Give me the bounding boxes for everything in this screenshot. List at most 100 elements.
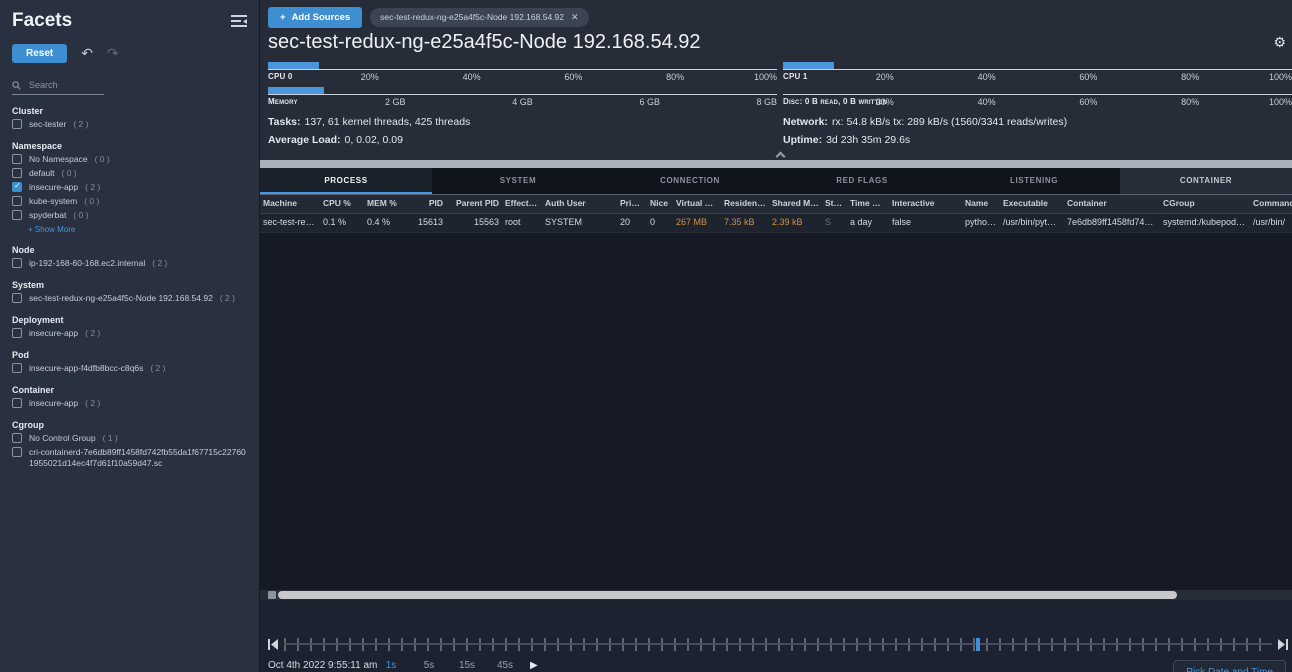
- speed-option-15s[interactable]: 15s: [448, 660, 486, 671]
- col-time-running[interactable]: Time Runni…: [847, 195, 889, 211]
- facet-item[interactable]: sec-tester ( 2 ): [12, 119, 247, 130]
- col-mem[interactable]: MEM %: [364, 195, 410, 211]
- tab-connection[interactable]: CONNECTION: [604, 168, 776, 194]
- undo-icon[interactable]: ↶: [81, 45, 93, 62]
- tab-listening[interactable]: LISTENING: [948, 168, 1120, 194]
- col-effective-user[interactable]: Effective…: [502, 195, 542, 211]
- uptime-value: 3d 23h 35m 29.6s: [826, 134, 911, 146]
- facet-item[interactable]: sec-test-redux-ng-e25a4f5c-Node 192.168.…: [12, 293, 247, 304]
- skip-to-start-icon[interactable]: [268, 639, 278, 650]
- col-command[interactable]: Command: [1250, 195, 1292, 211]
- scrollbar-thumb[interactable]: [278, 591, 1178, 599]
- facet-item[interactable]: cri-containerd-7e6db89ff1458fd742fb55da1…: [12, 447, 247, 469]
- facet-item[interactable]: kube-system ( 0 ): [12, 196, 247, 207]
- tab-red-flags[interactable]: RED FLAGS: [776, 168, 948, 194]
- col-auth-user[interactable]: Auth User: [542, 195, 617, 211]
- checkbox-unchecked[interactable]: [12, 447, 22, 457]
- timeline-panel: Oct 4th 2022 9:55:11 am 1s 5s 15s 45s ▶ …: [260, 600, 1292, 672]
- col-virtual-size[interactable]: Virtual Size: [673, 195, 721, 211]
- col-resident-set[interactable]: Resident Set…: [721, 195, 769, 211]
- checkbox-unchecked[interactable]: [12, 433, 22, 443]
- col-state[interactable]: State: [822, 195, 847, 211]
- collapse-sidebar-icon[interactable]: [231, 15, 247, 27]
- col-nice[interactable]: Nice: [647, 195, 673, 211]
- checkbox-checked[interactable]: [12, 181, 22, 192]
- checkbox-unchecked[interactable]: [12, 154, 22, 164]
- col-parent-pid[interactable]: Parent PID: [446, 195, 502, 211]
- skip-to-end-icon[interactable]: [1278, 639, 1288, 650]
- plus-icon: +: [280, 11, 286, 23]
- close-icon[interactable]: ✕: [571, 12, 579, 23]
- show-more-link[interactable]: + Show More: [28, 225, 247, 234]
- timeline-ticks[interactable]: [284, 638, 1272, 651]
- col-shared-mem[interactable]: Shared Mem…: [769, 195, 822, 211]
- col-priority[interactable]: Priority: [617, 195, 647, 211]
- gear-icon[interactable]: ⚙: [1273, 34, 1286, 51]
- page-title: sec-test-redux-ng-e25a4f5c-Node 192.168.…: [268, 30, 701, 53]
- checkbox-unchecked[interactable]: [12, 168, 22, 178]
- facet-item[interactable]: insecure-app ( 2 ): [12, 398, 247, 409]
- redo-icon[interactable]: ↷: [107, 45, 119, 62]
- play-icon[interactable]: ▶: [530, 660, 538, 671]
- col-name[interactable]: Name: [962, 195, 1000, 211]
- tab-system[interactable]: SYSTEM: [432, 168, 604, 194]
- meter-tick-label: 40%: [977, 72, 996, 82]
- meter-tick-label: 60%: [564, 72, 583, 82]
- pick-date-button[interactable]: Pick Date and Time: [1173, 660, 1286, 672]
- checkbox-unchecked[interactable]: [12, 119, 22, 129]
- facet-item[interactable]: No Namespace ( 0 ): [12, 154, 247, 165]
- tab-process[interactable]: PROCESS: [260, 168, 432, 194]
- panel-splitter[interactable]: [260, 160, 1292, 168]
- facet-item-label: No Control Group: [29, 433, 96, 443]
- speed-option-45s[interactable]: 45s: [486, 660, 524, 671]
- speed-option-1s[interactable]: 1s: [372, 660, 410, 671]
- col-machine[interactable]: Machine: [260, 195, 320, 211]
- facet-group-title: System: [12, 280, 45, 290]
- tab-container[interactable]: CONTAINER: [1120, 168, 1292, 194]
- facet-item[interactable]: insecure-app ( 2 ): [12, 328, 247, 339]
- facet-item-count: ( 1 ): [102, 433, 118, 443]
- cell-effective-user: root: [505, 217, 521, 227]
- checkbox-unchecked[interactable]: [12, 210, 22, 220]
- facet-item[interactable]: insecure-app-f4dfb8bcc-c8q6s ( 2 ): [12, 363, 247, 374]
- checkbox-unchecked[interactable]: [12, 196, 22, 206]
- facet-item[interactable]: insecure-app ( 2 ): [12, 181, 247, 193]
- source-chip-label: sec-test-redux-ng-e25a4f5c-Node 192.168.…: [380, 12, 564, 22]
- metrics-left-column: CPU 0 20% 40% 60% 80% 100% Memory 2 GB 4…: [268, 62, 777, 146]
- col-executable[interactable]: Executable: [1000, 195, 1064, 211]
- add-sources-button[interactable]: + Add Sources: [268, 6, 363, 28]
- speed-option-5s[interactable]: 5s: [410, 660, 448, 671]
- facet-item[interactable]: ip-192-168-60-168.ec2.internal ( 2 ): [12, 258, 247, 269]
- memory-meter: [268, 87, 777, 95]
- facet-item[interactable]: spyderbat ( 0 ): [12, 210, 247, 221]
- col-pid[interactable]: PID: [410, 195, 446, 211]
- facet-item[interactable]: No Control Group ( 1 ): [12, 433, 247, 444]
- checkbox-unchecked[interactable]: [12, 363, 22, 373]
- cell-container: 7e6db89ff1458fd742fb55da1f67715c22760195…: [1067, 217, 1160, 227]
- search-input[interactable]: [27, 79, 97, 91]
- col-container[interactable]: Container: [1064, 195, 1160, 211]
- checkbox-unchecked[interactable]: [12, 258, 22, 268]
- cell-executable: /usr/bin/python3.8: [1003, 217, 1064, 227]
- reset-button[interactable]: Reset: [12, 44, 68, 63]
- source-chip[interactable]: sec-test-redux-ng-e25a4f5c-Node 192.168.…: [370, 7, 589, 27]
- checkbox-unchecked[interactable]: [12, 293, 22, 303]
- col-cgroup[interactable]: CGroup: [1160, 195, 1250, 211]
- checkbox-unchecked[interactable]: [12, 328, 22, 338]
- cpu1-meter-fill: [783, 62, 834, 69]
- timeline-position-marker[interactable]: [975, 638, 980, 651]
- meter-tick-label: 20%: [875, 97, 894, 107]
- checkbox-unchecked[interactable]: [12, 398, 22, 408]
- network-info: Network: rx: 54.8 kB/s tx: 289 kB/s (1560…: [783, 116, 1292, 128]
- facet-item-count: ( 2 ): [85, 182, 101, 192]
- disc-ticks: 20% 40% 60% 80% 100%: [783, 97, 1292, 110]
- facet-item[interactable]: default ( 0 ): [12, 168, 247, 179]
- col-cpu[interactable]: CPU %: [320, 195, 364, 211]
- meter-tick-label: 20%: [875, 72, 894, 82]
- col-interactive[interactable]: Interactive: [889, 195, 962, 211]
- table-row[interactable]: sec-test-redux-ng-e25a4f5c-Node 192.168.…: [260, 214, 1292, 233]
- facet-item-label: No Namespace: [29, 154, 88, 164]
- table-empty-area: [260, 233, 1292, 590]
- metrics-right-column: CPU 1 20% 40% 60% 80% 100% Disc: 0 B rea…: [783, 62, 1292, 146]
- scroll-left-button[interactable]: [268, 591, 276, 599]
